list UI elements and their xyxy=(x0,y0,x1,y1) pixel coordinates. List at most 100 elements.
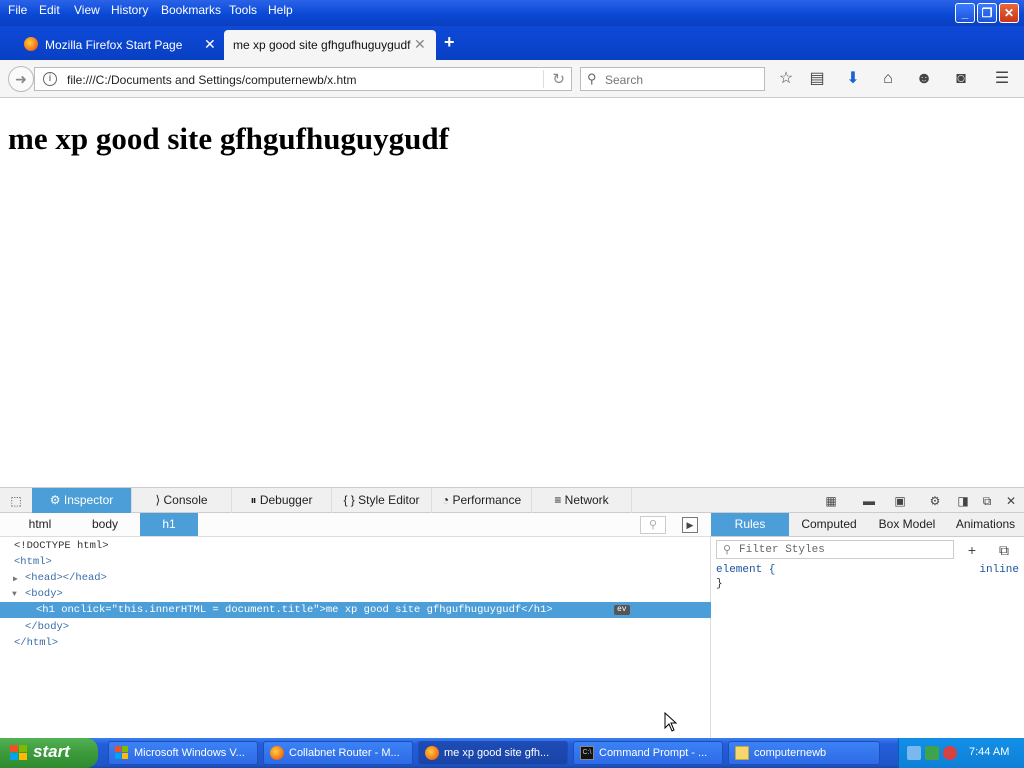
markup-html-close[interactable]: </html> xyxy=(14,635,58,651)
side-tabs: Rules Computed Box Model Animations xyxy=(711,513,1024,537)
firefox-icon xyxy=(270,746,284,760)
close-devtools-icon[interactable]: ✕ xyxy=(1003,493,1019,509)
back-button[interactable]: ➜ xyxy=(8,66,34,92)
tab-start-page[interactable]: Mozilla Firefox Start Page ✕ xyxy=(18,30,223,60)
search-placeholder: Search xyxy=(605,73,644,87)
page-heading[interactable]: me xp good site gfhgufhuguygudf xyxy=(8,121,449,157)
back-arrow-icon: ➜ xyxy=(15,71,27,87)
markup-body-close[interactable]: </body> xyxy=(25,619,69,635)
tab-style-editor[interactable]: { } Style Editor xyxy=(332,488,432,513)
markup-head[interactable]: <head></head> xyxy=(25,570,107,586)
expand-icon[interactable]: ▶ xyxy=(13,574,18,584)
taskbar-item[interactable]: Microsoft Windows V... xyxy=(108,741,258,765)
filter-placeholder: Filter Styles xyxy=(739,544,825,556)
stopwatch-icon: ◔ xyxy=(441,493,450,507)
search-icon: ⚲ xyxy=(587,71,597,86)
firefox-icon xyxy=(425,746,439,760)
tab-inspector[interactable]: ⚙ Inspector xyxy=(32,488,132,513)
breadcrumb-body[interactable]: body xyxy=(70,513,140,536)
window-titlebar: File Edit View History Bookmarks Tools H… xyxy=(0,0,1024,26)
markup-h1-selected[interactable]: <h1 onclick="this.innerHTML = document.t… xyxy=(0,602,711,618)
search-input[interactable]: ⚲ Search xyxy=(580,67,765,91)
console-icon: ⟩ xyxy=(155,493,161,507)
element-picker-icon[interactable]: ⬚ xyxy=(8,493,24,509)
start-button[interactable]: start xyxy=(0,738,98,768)
menu-view[interactable]: View xyxy=(74,3,100,17)
folder-icon xyxy=(735,746,749,760)
smiley-icon[interactable]: ☻ xyxy=(913,68,935,90)
task-label: Collabnet Router - M... xyxy=(289,747,400,759)
home-icon[interactable]: ⌂ xyxy=(877,68,899,90)
url-bar[interactable]: i file:///C:/Documents and Settings/comp… xyxy=(34,67,572,91)
markup-html-open[interactable]: <html> xyxy=(14,554,52,570)
toggle-pseudo-classes-icon[interactable]: ⧉ xyxy=(995,541,1013,559)
collapse-icon[interactable]: ▼ xyxy=(12,590,17,599)
screenshot-icon[interactable]: ▣ xyxy=(892,493,908,509)
settings-gear-icon[interactable]: ⚙ xyxy=(927,493,943,509)
tab-console[interactable]: ⟩ Console xyxy=(132,488,232,513)
search-icon[interactable]: ⚲ xyxy=(640,516,666,534)
restore-icon: ❐ xyxy=(981,6,993,20)
restore-button[interactable]: ❐ xyxy=(977,3,997,23)
tab-close-icon[interactable]: ✕ xyxy=(204,36,216,53)
bookmark-star-icon[interactable]: ☆ xyxy=(775,68,797,90)
close-window-button[interactable]: ✕ xyxy=(999,3,1019,23)
menu-history[interactable]: History xyxy=(111,3,148,17)
layout-icon[interactable]: ▦ xyxy=(823,493,839,509)
url-text[interactable]: file:///C:/Documents and Settings/comput… xyxy=(67,73,356,87)
menu-bookmarks[interactable]: Bookmarks xyxy=(161,3,221,17)
split-console-icon[interactable]: ▬ xyxy=(861,493,877,509)
task-label: Command Prompt - ... xyxy=(599,747,708,759)
shield-icon[interactable] xyxy=(943,746,957,760)
reload-icon[interactable]: ↻ xyxy=(543,70,565,88)
event-badge[interactable]: ev xyxy=(614,605,630,615)
tab-current-page[interactable]: me xp good site gfhgufhuguygudf ✕ xyxy=(224,30,436,60)
menu-tools[interactable]: Tools xyxy=(229,3,257,17)
close-icon: ✕ xyxy=(1003,6,1015,20)
undock-icon[interactable]: ⧉ xyxy=(979,493,995,509)
toggle-sidebar-icon[interactable]: ▶ xyxy=(682,517,698,533)
dock-side-icon[interactable]: ◨ xyxy=(955,493,971,509)
minimize-button[interactable]: _ xyxy=(955,3,975,23)
taskbar-item[interactable]: me xp good site gfh... xyxy=(418,741,568,765)
markup-doctype[interactable]: <!DOCTYPE html> xyxy=(14,538,109,554)
download-icon[interactable]: ⬇ xyxy=(842,68,864,90)
markup-body-open[interactable]: <body> xyxy=(25,586,63,602)
taskbar-item[interactable]: computernewb xyxy=(728,741,880,765)
network-icon[interactable] xyxy=(907,746,921,760)
tab-computed[interactable]: Computed xyxy=(791,513,867,536)
info-icon[interactable]: i xyxy=(43,72,57,86)
tab-debugger[interactable]: ⏸ Debugger xyxy=(232,488,332,513)
security-icon[interactable] xyxy=(925,746,939,760)
start-label: start xyxy=(33,742,70,761)
rules-panel: Rules Computed Box Model Animations ⚲ Fi… xyxy=(711,513,1024,738)
pocket-icon[interactable]: ◙ xyxy=(950,68,972,90)
tab-performance[interactable]: ◔ Performance xyxy=(432,488,532,513)
bookmarks-list-icon[interactable]: ▤ xyxy=(806,68,828,90)
tab-box-model[interactable]: Box Model xyxy=(871,513,943,536)
rule-source[interactable]: inline xyxy=(979,564,1019,576)
task-label: me xp good site gfh... xyxy=(444,747,550,759)
taskbar-item[interactable]: Collabnet Router - M... xyxy=(263,741,413,765)
breadcrumb-h1[interactable]: h1 xyxy=(140,513,198,536)
menu-help[interactable]: Help xyxy=(268,3,293,17)
rule-selector[interactable]: element { xyxy=(716,564,775,576)
menu-file[interactable]: File xyxy=(8,3,27,17)
navigation-toolbar: i file:///C:/Documents and Settings/comp… xyxy=(0,60,1024,98)
tab-network[interactable]: ≡ Network xyxy=(532,488,632,513)
menu-edit[interactable]: Edit xyxy=(39,3,60,17)
menu-icon[interactable]: ☰ xyxy=(991,68,1013,90)
breadcrumb-html[interactable]: html xyxy=(0,513,80,536)
new-tab-button[interactable]: + xyxy=(444,32,455,53)
system-tray: 7:44 AM xyxy=(898,738,1024,768)
tab-animations[interactable]: Animations xyxy=(947,513,1024,536)
network-icon: ≡ xyxy=(554,493,562,507)
tab-close-icon[interactable]: ✕ xyxy=(414,36,426,53)
rule-close-brace: } xyxy=(716,578,723,590)
add-rule-icon[interactable]: + xyxy=(963,541,981,559)
filter-styles-input[interactable]: ⚲ Filter Styles xyxy=(716,540,954,559)
markup-view: <!DOCTYPE html> <html> ▶ <head></head> ▼… xyxy=(0,537,711,738)
taskbar-item[interactable]: C:\ Command Prompt - ... xyxy=(573,741,723,765)
tab-rules[interactable]: Rules xyxy=(711,513,789,536)
windows-logo-icon xyxy=(115,746,128,759)
